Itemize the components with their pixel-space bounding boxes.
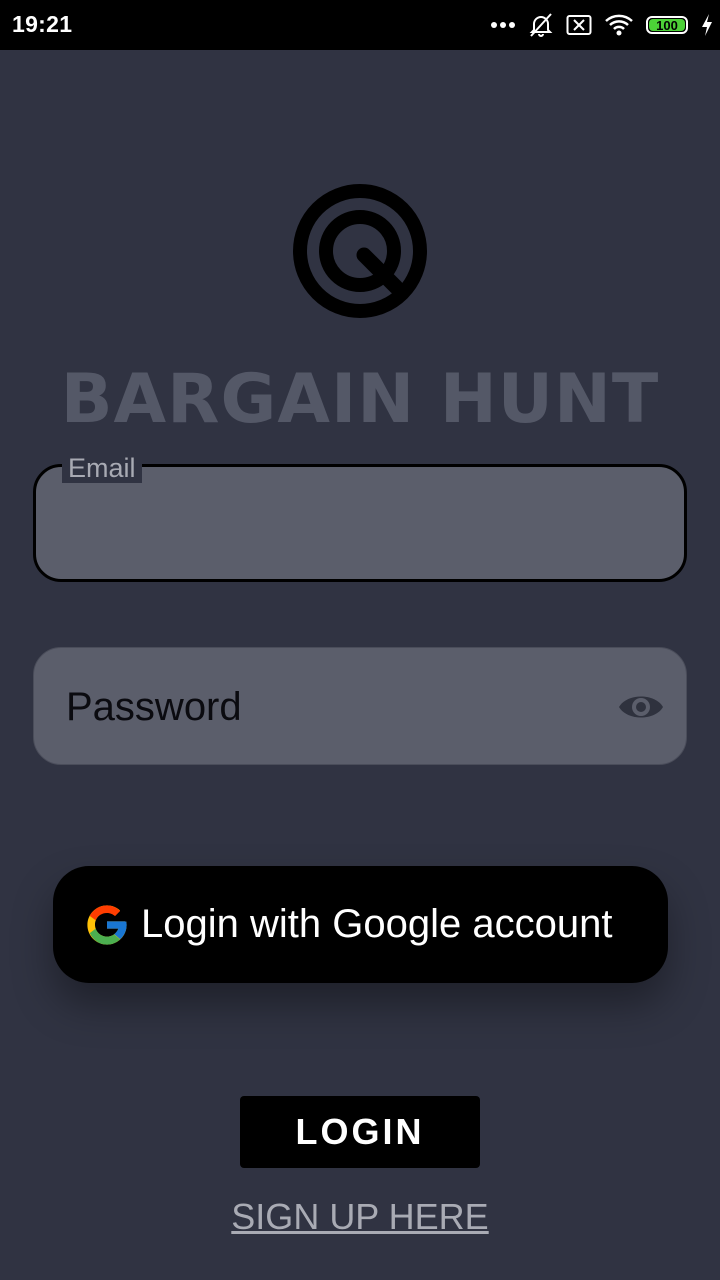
wifi-icon (605, 14, 633, 36)
status-time: 19:21 (12, 11, 73, 37)
target-search-icon (293, 184, 427, 318)
battery-icon: 100 (646, 16, 688, 34)
more-dots-icon (491, 22, 515, 28)
battery-level: 100 (656, 17, 678, 33)
alarm-off-icon (529, 13, 553, 37)
password-field[interactable] (33, 647, 687, 765)
eye-icon[interactable] (618, 690, 664, 724)
google-login-button[interactable]: Login with Google account (53, 866, 668, 983)
login-button[interactable]: LOGIN (240, 1096, 480, 1168)
google-login-label: Login with Google account (141, 902, 613, 946)
signup-link[interactable]: SIGN UP HERE (0, 1196, 720, 1238)
email-input[interactable] (64, 497, 656, 549)
status-icons: 100 (490, 0, 714, 50)
email-label: Email (62, 453, 142, 483)
password-input[interactable] (64, 680, 606, 734)
app-title: BARGAIN HUNT (60, 360, 660, 439)
google-logo-icon (87, 904, 127, 945)
sim-off-icon (566, 15, 592, 35)
email-field[interactable]: Email (33, 453, 687, 582)
status-bar: 19:21 100 (0, 0, 720, 50)
charging-icon (702, 14, 712, 36)
